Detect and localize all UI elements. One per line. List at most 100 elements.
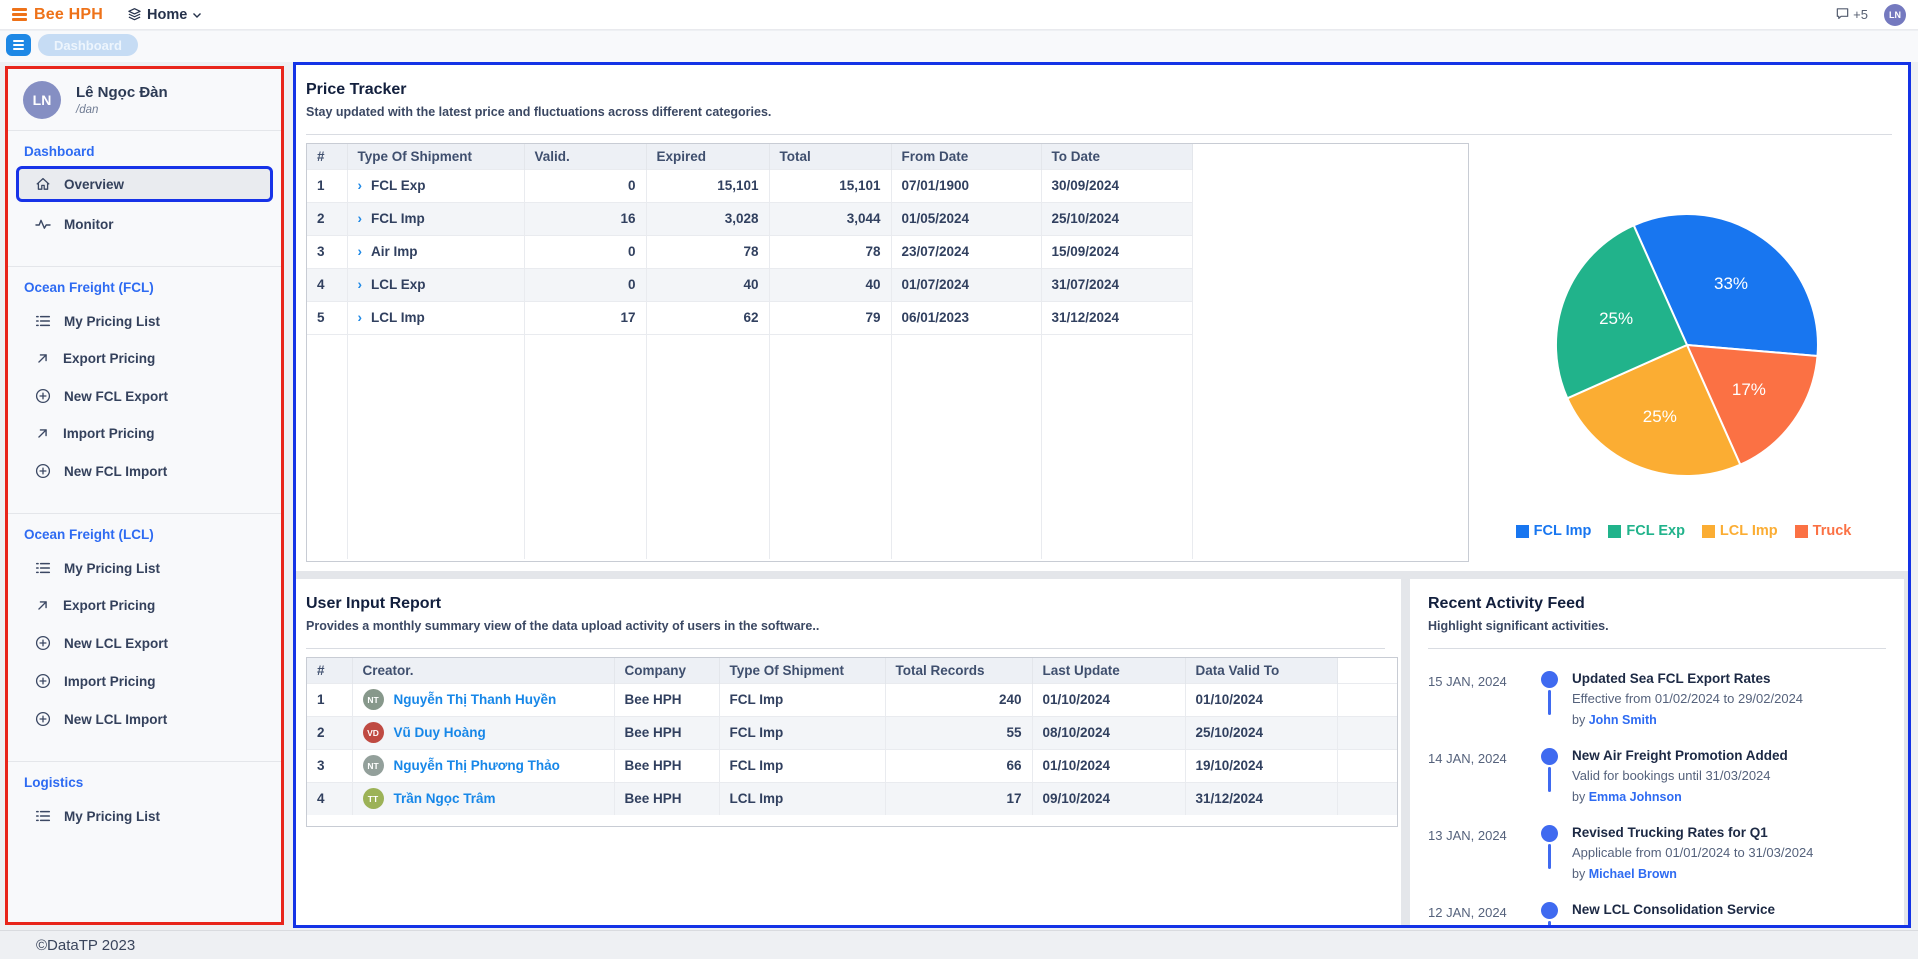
activity-date: 13 JAN, 2024 (1428, 825, 1526, 881)
sidebar-item-export-pricing[interactable]: Export Pricing (8, 587, 281, 624)
user-avatar[interactable]: LN (1884, 4, 1906, 26)
sidebar-profile[interactable]: LN Lê Ngọc Đàn /dan (8, 69, 281, 130)
creator-link[interactable]: Nguyễn Thị Phương Thảo (394, 758, 560, 773)
row-index: 4 (307, 268, 347, 301)
column-header: # (307, 144, 347, 169)
shipment-type-cell: FCL Imp (719, 716, 885, 749)
sidebar-item-monitor[interactable]: Monitor (8, 205, 281, 243)
creator-link[interactable]: Vũ Duy Hoàng (394, 725, 486, 740)
chevron-right-icon[interactable]: › (358, 178, 363, 193)
sidebar-item-import-pricing[interactable]: Import Pricing (8, 662, 281, 700)
shipment-type-cell[interactable]: ›FCL Exp (347, 169, 524, 202)
sidebar-item-my-pricing-list[interactable]: My Pricing List (8, 797, 281, 835)
author-link[interactable]: John Smith (1589, 713, 1657, 727)
sidebar-item-new-fcl-export[interactable]: New FCL Export (8, 377, 281, 415)
sidebar-item-new-lcl-export[interactable]: New LCL Export (8, 624, 281, 662)
sidebar-item-import-pricing[interactable]: Import Pricing (8, 415, 281, 452)
sidebar-item-label: New FCL Export (64, 389, 168, 404)
main-content: Price Tracker Stay updated with the late… (293, 62, 1911, 928)
sidebar-toggle-button[interactable] (6, 34, 31, 56)
table-row: 1NTNguyễn Thị Thanh HuyềnBee HPHFCL Imp2… (307, 683, 1397, 716)
breadcrumb-chip[interactable]: Dashboard (38, 34, 138, 56)
sidebar-item-label: Export Pricing (63, 351, 155, 366)
creator-cell: NT Nguyễn Thị Thanh Huyền (352, 683, 614, 716)
chevron-right-icon[interactable]: › (358, 277, 363, 292)
menu-icon[interactable] (12, 8, 27, 21)
row-index: 5 (307, 301, 347, 334)
activity-author: by John Smith (1572, 713, 1803, 727)
pulse-icon (35, 216, 51, 232)
shipment-type-cell[interactable]: ›LCL Imp (347, 301, 524, 334)
creator-avatar: NT (363, 755, 384, 776)
shipment-type-cell[interactable]: ›Air Imp (347, 235, 524, 268)
creator-link[interactable]: Nguyễn Thị Thanh Huyền (394, 692, 557, 707)
timeline-stem (1548, 690, 1551, 715)
activity-feed-card: Recent Activity Feed Highlight significa… (1410, 579, 1904, 925)
price-tracker-card: Price Tracker Stay updated with the late… (296, 65, 1908, 571)
layers-icon (127, 7, 142, 22)
table-row: 2VDVũ Duy HoàngBee HPHFCL Imp5508/10/202… (307, 716, 1397, 749)
author-link[interactable]: Michael Brown (1589, 867, 1677, 881)
last-update-cell: 01/10/2024 (1032, 683, 1185, 716)
sidebar-sections: DashboardOverviewMonitorOcean Freight (F… (8, 130, 281, 858)
legend-item-fcl-imp[interactable]: FCL Imp (1516, 523, 1592, 539)
legend-label: LCL Imp (1720, 523, 1778, 539)
nav-home[interactable]: Home (127, 7, 202, 23)
sidebar-section: Ocean Freight (LCL) My Pricing ListExport… (8, 514, 281, 761)
legend-item-lcl-imp[interactable]: LCL Imp (1702, 523, 1778, 539)
legend-swatch (1795, 525, 1808, 538)
activity-date: 14 JAN, 2024 (1428, 748, 1526, 804)
breadcrumb-bar (0, 31, 1918, 62)
sidebar-item-label: My Pricing List (64, 809, 160, 824)
data-valid-to-cell: 19/10/2024 (1185, 749, 1337, 782)
last-update-cell: 08/10/2024 (1032, 716, 1185, 749)
creator-avatar: NT (363, 689, 384, 710)
sidebar-item-my-pricing-list[interactable]: My Pricing List (8, 549, 281, 587)
sidebar: LN Lê Ngọc Đàn /dan DashboardOverviewMon… (5, 66, 284, 925)
company-cell: Bee HPH (614, 782, 719, 815)
chevron-right-icon[interactable]: › (358, 310, 363, 325)
messages-button[interactable]: +5 (1835, 6, 1868, 24)
chevron-right-icon[interactable]: › (358, 244, 363, 259)
sidebar-item-overview[interactable]: Overview (16, 166, 273, 202)
creator-cell: VDVũ Duy Hoàng (352, 716, 614, 749)
arrow-up-right-icon (35, 426, 50, 441)
data-valid-to-cell: 25/10/2024 (1185, 716, 1337, 749)
total-cell: 40 (769, 268, 891, 301)
sidebar-item-export-pricing[interactable]: Export Pricing (8, 340, 281, 377)
table-row: 1›FCL Exp015,10115,10107/01/190030/09/20… (307, 169, 1192, 202)
user-input-table: #Creator.CompanyType Of ShipmentTotal Re… (307, 658, 1397, 815)
legend-label: FCL Exp (1626, 523, 1685, 539)
row-index: 3 (307, 235, 347, 268)
sidebar-item-my-pricing-list[interactable]: My Pricing List (8, 302, 281, 340)
list-icon (35, 808, 51, 824)
sidebar-item-label: New LCL Import (64, 712, 167, 727)
sidebar-item-label: Import Pricing (64, 674, 156, 689)
shipment-type-cell[interactable]: ›FCL Imp (347, 202, 524, 235)
timeline-stem (1548, 767, 1551, 792)
expired-cell: 78 (646, 235, 769, 268)
pie-slice-label: 33% (1714, 274, 1748, 293)
sidebar-item-new-fcl-import[interactable]: New FCL Import (8, 452, 281, 490)
activity-feed-subtitle: Highlight significant activities. (1428, 619, 1886, 633)
sidebar-section: DashboardOverviewMonitor (8, 131, 281, 266)
legend-item-truck[interactable]: Truck (1795, 523, 1852, 539)
row-index: 1 (307, 683, 352, 716)
sidebar-item-new-lcl-import[interactable]: New LCL Import (8, 700, 281, 738)
legend-swatch (1516, 525, 1529, 538)
divider (306, 134, 1892, 135)
total-records-cell: 66 (885, 749, 1032, 782)
sidebar-section-title: Ocean Freight (LCL) (8, 527, 281, 542)
author-link[interactable]: Emma Johnson (1589, 790, 1682, 804)
table-header-row: #Creator.CompanyType Of ShipmentTotal Re… (307, 658, 1397, 683)
sidebar-item-label: Import Pricing (63, 426, 155, 441)
chevron-right-icon[interactable]: › (358, 211, 363, 226)
legend-item-fcl-exp[interactable]: FCL Exp (1608, 523, 1685, 539)
expired-cell: 40 (646, 268, 769, 301)
activity-entry: 12 JAN, 2024New LCL Consolidation Servic… (1428, 902, 1886, 925)
creator-link[interactable]: Trần Ngọc Trâm (394, 791, 496, 806)
company-cell: Bee HPH (614, 683, 719, 716)
shipment-type-cell[interactable]: ›LCL Exp (347, 268, 524, 301)
brand-logo[interactable]: Bee HPH (34, 6, 103, 24)
total-cell: 78 (769, 235, 891, 268)
